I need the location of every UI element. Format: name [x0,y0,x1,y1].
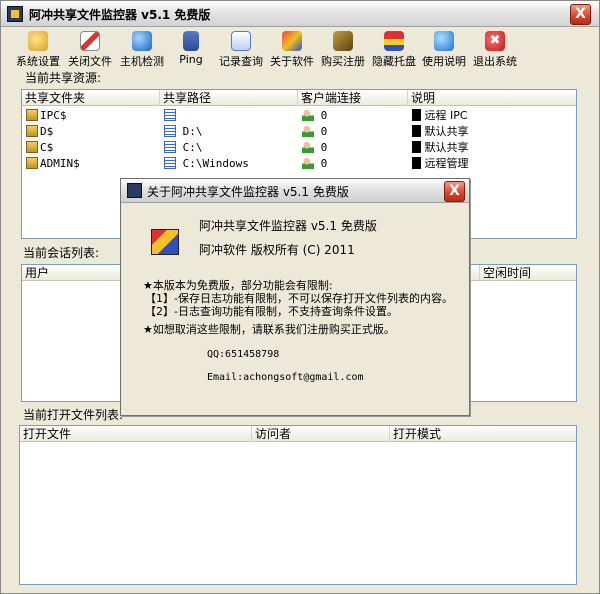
log-query-button[interactable]: 记录查询 [215,31,267,69]
buy-register-button[interactable]: 购买注册 [317,31,369,69]
col-client-connections[interactable]: 客户端连接 [298,90,408,106]
hide-tray-button[interactable]: 隐藏托盘 [369,31,419,69]
share-name: IPC$ [40,109,67,122]
shared-folder-icon [26,157,38,169]
users-icon [302,141,314,153]
shared-folder-icon [26,141,38,153]
share-path: C:\Windows [182,157,249,170]
col-share-folder[interactable]: 共享文件夹 [22,90,160,106]
shared-folder-icon [26,109,38,121]
shares-list-header: 共享文件夹 共享路径 客户端连接 说明 [22,90,576,106]
share-name: ADMIN$ [40,157,80,170]
about-label: 关于软件 [270,55,314,68]
table-row[interactable]: IPC$ 0 远程 IPC [22,108,576,124]
about-qq: QQ:651458798 [207,349,280,360]
terminal-icon [412,141,421,153]
app-icon [7,6,23,22]
about-button[interactable]: 关于软件 [267,31,317,69]
network-icon [183,31,199,51]
close-file-icon [80,31,100,51]
help-button[interactable]: 使用说明 [419,31,469,69]
host-check-label: 主机检测 [120,55,164,68]
openfiles-section-label: 当前打开文件列表: [21,406,126,423]
about-remove-limits: ★如想取消这些限制，请联系我们注册购买正式版。 [143,323,395,336]
about-email: Email:achongsoft@gmail.com [207,372,364,383]
about-product-name: 阿冲共享文件监控器 v5.1 免费版 [199,219,377,233]
table-row[interactable]: C$ C:\ 0 默认共享 [22,140,576,156]
client-count: 0 [320,109,328,122]
client-count: 0 [320,141,328,154]
exit-button[interactable]: ✖ 退出系统 [469,31,521,69]
terminal-icon [412,109,421,121]
exit-icon: ✖ [485,31,505,51]
app-icon [127,183,142,198]
hide-tray-label: 隐藏托盘 [372,55,416,68]
exit-label: 退出系统 [473,55,517,68]
col-share-path[interactable]: 共享路径 [160,90,298,106]
close-file-button[interactable]: 关闭文件 [65,31,115,69]
window-close-button[interactable]: X [570,4,591,25]
host-check-button[interactable]: 主机检测 [117,31,167,69]
gear-icon [28,31,48,51]
table-row[interactable]: D$ D:\ 0 默认共享 [22,124,576,140]
openfiles-list[interactable]: 打开文件 访问者 打开模式 [19,425,577,585]
about-dialog: 关于阿冲共享文件监控器 v5.1 免费版 X 阿冲共享文件监控器 v5.1 免费… [120,178,470,416]
about-dialog-close-button[interactable]: X [444,181,465,202]
ping-label: Ping [179,53,203,66]
share-desc: 远程 IPC [424,109,468,122]
about-dialog-title: 关于阿冲共享文件监控器 v5.1 免费版 [147,185,349,199]
client-count: 0 [320,157,328,170]
col-description[interactable]: 说明 [408,90,576,106]
col-open-file[interactable]: 打开文件 [20,426,252,442]
share-name: C$ [40,141,54,154]
share-desc: 远程管理 [424,157,469,170]
openfiles-list-header: 打开文件 访问者 打开模式 [20,426,576,442]
users-icon [302,109,314,121]
system-settings-button[interactable]: 系统设置 [13,31,63,69]
drive-icon [164,109,176,121]
table-row[interactable]: ADMIN$ C:\Windows 0 远程管理 [22,156,576,172]
drive-icon [164,157,176,169]
client-count: 0 [320,125,328,138]
product-logo-icon [151,229,179,255]
terminal-icon [412,125,421,137]
about-icon [282,31,302,51]
toolbar: 系统设置 关闭文件 主机检测 Ping 记录查询 关于软件 购买注册 隐藏托盘 [1,28,599,70]
share-desc: 默认共享 [424,125,469,138]
help-label: 使用说明 [422,55,466,68]
title-bar[interactable]: 阿冲共享文件监控器 v5.1 免费版 X [1,1,599,27]
col-visitor[interactable]: 访问者 [252,426,390,442]
help-icon [434,31,454,51]
about-copyright: 阿冲软件 版权所有 (C) 2011 [199,243,355,257]
tray-icon [384,31,404,51]
users-icon [302,125,314,137]
log-query-label: 记录查询 [219,55,263,68]
users-icon [302,157,314,169]
about-limit-2: 【2】-日志查询功能有限制，不支持查询条件设置。 [145,305,398,318]
share-desc: 默认共享 [424,141,469,154]
globe-icon [132,31,152,51]
key-icon [333,31,353,51]
log-icon [231,31,251,51]
share-path: D:\ [182,125,203,138]
terminal-icon [412,157,421,169]
drive-icon [164,125,176,137]
sessions-section-label: 当前会话列表: [21,244,102,261]
buy-register-label: 购买注册 [321,55,365,68]
shares-section-label: 当前共享资源: [23,69,104,86]
about-dialog-title-bar[interactable]: 关于阿冲共享文件监控器 v5.1 免费版 X [121,179,469,203]
drive-icon [164,141,176,153]
col-idle-time[interactable]: 空闲时间 [480,265,576,281]
share-name: D$ [40,125,54,138]
shared-folder-icon [26,125,38,137]
system-settings-label: 系统设置 [16,55,60,68]
window-title: 阿冲共享文件监控器 v5.1 免费版 [29,8,211,22]
close-file-label: 关闭文件 [68,55,112,68]
col-open-mode[interactable]: 打开模式 [390,426,576,442]
ping-button[interactable]: Ping [169,31,213,69]
share-path: C:\ [182,141,203,154]
